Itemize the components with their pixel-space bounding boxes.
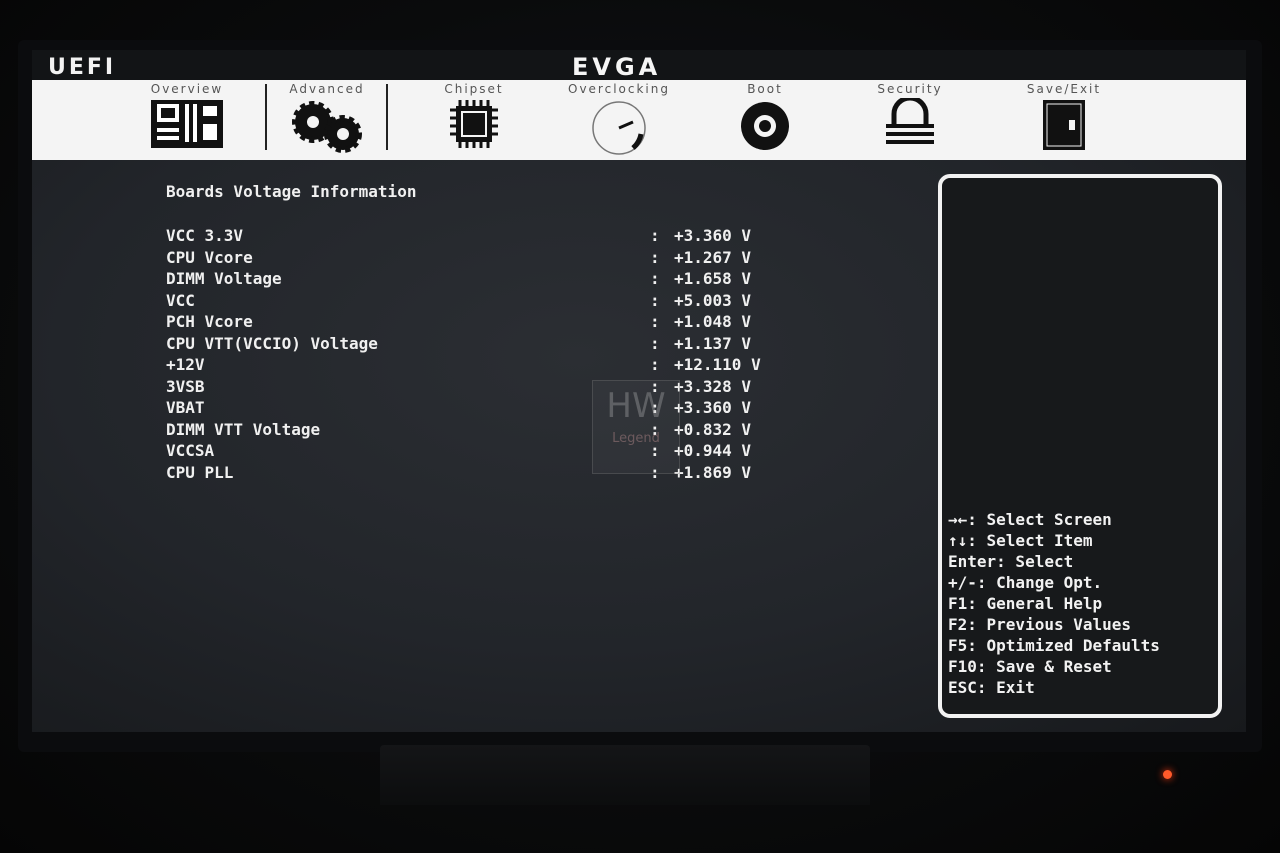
- tab-advanced[interactable]: Advanced: [272, 80, 382, 160]
- row-label: CPU PLL: [166, 462, 234, 482]
- tab-bar: Overview Advanced Chipset Overclocking B…: [32, 80, 1246, 160]
- help-line: F10: Save & Reset: [948, 657, 1112, 676]
- voltage-row[interactable]: +12V : +12.110 V: [166, 355, 806, 376]
- voltage-row[interactable]: VCCSA : +0.944 V: [166, 441, 806, 462]
- help-line: F1: General Help: [948, 594, 1103, 613]
- row-value: +0.944 V: [674, 441, 752, 460]
- uefi-logo: UEFI: [48, 55, 117, 80]
- row-label: CPU Vcore: [166, 247, 253, 267]
- row-label: PCH Vcore: [166, 312, 253, 331]
- monitor-stand: [380, 745, 870, 805]
- tab-label: Save/Exit: [1026, 82, 1102, 96]
- help-line: →←: Select Screen: [948, 510, 1112, 529]
- row-value: +1.137 V: [674, 333, 752, 353]
- voltage-row[interactable]: VBAT : +3.360 V: [166, 398, 806, 419]
- tab-separator: [386, 84, 388, 150]
- evga-logo: EVGA: [572, 53, 662, 81]
- power-led-icon: [1163, 770, 1172, 779]
- tab-separator: [265, 84, 267, 150]
- row-value: +12.110 V: [674, 355, 761, 374]
- tab-overview[interactable]: Overview: [137, 80, 237, 160]
- help-line: F5: Optimized Defaults: [948, 636, 1160, 655]
- row-value: +1.658 V: [674, 269, 752, 288]
- voltage-row[interactable]: VCC 3.3V : +3.360 V: [166, 226, 806, 247]
- key-help-list: →←: Select Screen ↑↓: Select Item Enter:…: [948, 510, 1218, 699]
- row-separator: :: [650, 333, 660, 353]
- row-value: +5.003 V: [674, 290, 752, 310]
- row-value: +3.360 V: [674, 226, 752, 245]
- tab-label: Boot: [747, 82, 783, 96]
- motherboard-icon: [151, 100, 223, 148]
- tab-security[interactable]: Security: [860, 80, 960, 160]
- row-label: VBAT: [166, 398, 205, 417]
- voltage-row[interactable]: CPU PLL : +1.869 V: [166, 463, 806, 484]
- disc-icon: [741, 102, 789, 150]
- site-watermark: HW Legend: [592, 380, 680, 474]
- tab-save-exit[interactable]: Save/Exit: [1014, 80, 1114, 160]
- row-separator: :: [650, 312, 660, 331]
- row-label: DIMM Voltage: [166, 269, 282, 288]
- row-label: VCC: [166, 290, 195, 310]
- row-separator: :: [650, 355, 660, 374]
- row-label: +12V: [166, 355, 205, 374]
- row-value: +3.360 V: [674, 398, 752, 417]
- voltage-row[interactable]: PCH Vcore : +1.048 V: [166, 312, 806, 333]
- voltage-row[interactable]: VCC : +5.003 V: [166, 291, 806, 312]
- row-value: +3.328 V: [674, 376, 752, 396]
- tab-label: Chipset: [444, 82, 504, 96]
- row-separator: :: [650, 247, 660, 267]
- tab-overclocking[interactable]: Overclocking: [554, 80, 684, 160]
- voltage-row[interactable]: CPU Vcore : +1.267 V: [166, 248, 806, 269]
- help-line: Enter: Select: [948, 552, 1074, 571]
- tab-chipset[interactable]: Chipset: [424, 80, 524, 160]
- door-icon: [1043, 100, 1085, 150]
- gears-icon: [292, 101, 362, 153]
- lock-icon: [886, 98, 934, 144]
- watermark-sub: Legend: [612, 431, 660, 446]
- voltage-row[interactable]: 3VSB : +3.328 V: [166, 377, 806, 398]
- row-separator: :: [650, 269, 660, 288]
- help-line: F2: Previous Values: [948, 615, 1132, 634]
- gauge-icon: [592, 101, 646, 155]
- row-label: 3VSB: [166, 376, 205, 396]
- top-bar: UEFI EVGA: [32, 50, 1246, 81]
- photo-background: UEFI EVGA Overview Advanced Chipset Over…: [0, 0, 1280, 853]
- section-title: Boards Voltage Information: [166, 182, 417, 201]
- tab-label: Overview: [150, 82, 224, 96]
- bios-screen: UEFI EVGA Overview Advanced Chipset Over…: [32, 50, 1246, 732]
- tab-label: Overclocking: [568, 82, 670, 96]
- help-panel: →←: Select Screen ↑↓: Select Item Enter:…: [938, 174, 1222, 718]
- voltage-row[interactable]: DIMM VTT Voltage : +0.832 V: [166, 420, 806, 441]
- watermark-main: HW: [606, 386, 666, 426]
- voltage-row[interactable]: DIMM Voltage : +1.658 V: [166, 269, 806, 290]
- row-value: +0.832 V: [674, 419, 752, 439]
- row-label: CPU VTT(VCCIO) Voltage: [166, 333, 378, 353]
- row-label: VCC 3.3V: [166, 226, 244, 245]
- chip-icon: [450, 100, 498, 148]
- row-value: +1.869 V: [674, 462, 752, 482]
- voltage-row[interactable]: CPU VTT(VCCIO) Voltage : +1.137 V: [166, 334, 806, 355]
- row-value: +1.267 V: [674, 247, 752, 267]
- help-line: ESC: Exit: [948, 678, 1035, 697]
- help-line: ↑↓: Select Item: [948, 531, 1093, 550]
- tab-boot[interactable]: Boot: [715, 80, 815, 160]
- tab-label: Security: [877, 82, 943, 96]
- tab-label: Advanced: [289, 82, 365, 96]
- help-line: +/-: Change Opt.: [948, 573, 1103, 592]
- row-separator: :: [650, 226, 660, 245]
- row-label: VCCSA: [166, 441, 215, 460]
- row-separator: :: [650, 290, 660, 310]
- row-label: DIMM VTT Voltage: [166, 419, 321, 439]
- row-value: +1.048 V: [674, 312, 752, 331]
